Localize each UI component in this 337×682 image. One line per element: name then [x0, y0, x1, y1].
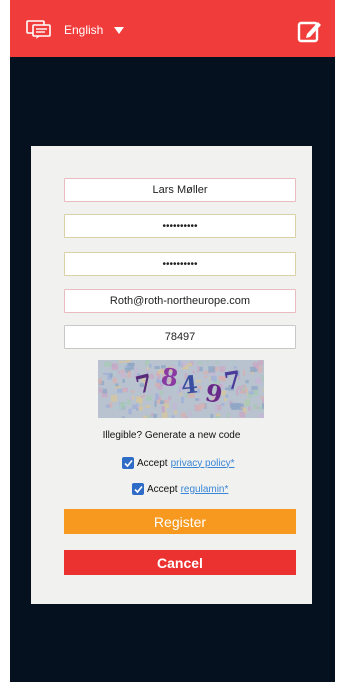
captcha-noise: 7 8 4 97 [98, 360, 264, 418]
captcha-input[interactable] [64, 325, 296, 349]
privacy-policy-link[interactable]: privacy policy* [171, 458, 235, 469]
captcha-character: 4 [180, 369, 200, 400]
email-input[interactable] [64, 289, 296, 313]
confirm-password-input[interactable] [64, 252, 296, 276]
privacy-checkbox[interactable] [122, 457, 134, 469]
language-selector[interactable]: English [64, 23, 103, 37]
regulamin-link[interactable]: regulamin* [181, 484, 229, 495]
captcha-character: 7 [222, 364, 243, 395]
edit-square-icon[interactable] [297, 18, 323, 44]
privacy-accept-row: Accept privacy policy* [122, 456, 235, 470]
checkmark-icon [123, 459, 133, 467]
password-input[interactable] [64, 214, 296, 238]
privacy-accept-label: Accept [137, 457, 168, 469]
chat-bubbles-icon[interactable] [26, 20, 52, 40]
captcha-image: 78497 [98, 360, 264, 418]
caret-down-icon[interactable] [114, 27, 124, 34]
generate-new-code-link[interactable]: Illegible? Generate a new code [31, 430, 312, 441]
registration-card: 78497 Illegible? Generate a new code Acc… [31, 146, 312, 604]
regulamin-accept-label: Accept [147, 483, 178, 495]
name-input[interactable] [64, 178, 296, 202]
register-button[interactable]: Register [64, 509, 296, 534]
top-bar: English [10, 0, 335, 57]
captcha-character: 7 [132, 368, 155, 400]
regulamin-accept-row: Accept regulamin* [132, 482, 228, 496]
regulamin-checkbox[interactable] [132, 483, 144, 495]
cancel-button[interactable]: Cancel [64, 550, 296, 575]
checkmark-icon [133, 485, 143, 493]
app-screen: English 78497 Illegible? Generate a new … [10, 0, 335, 682]
